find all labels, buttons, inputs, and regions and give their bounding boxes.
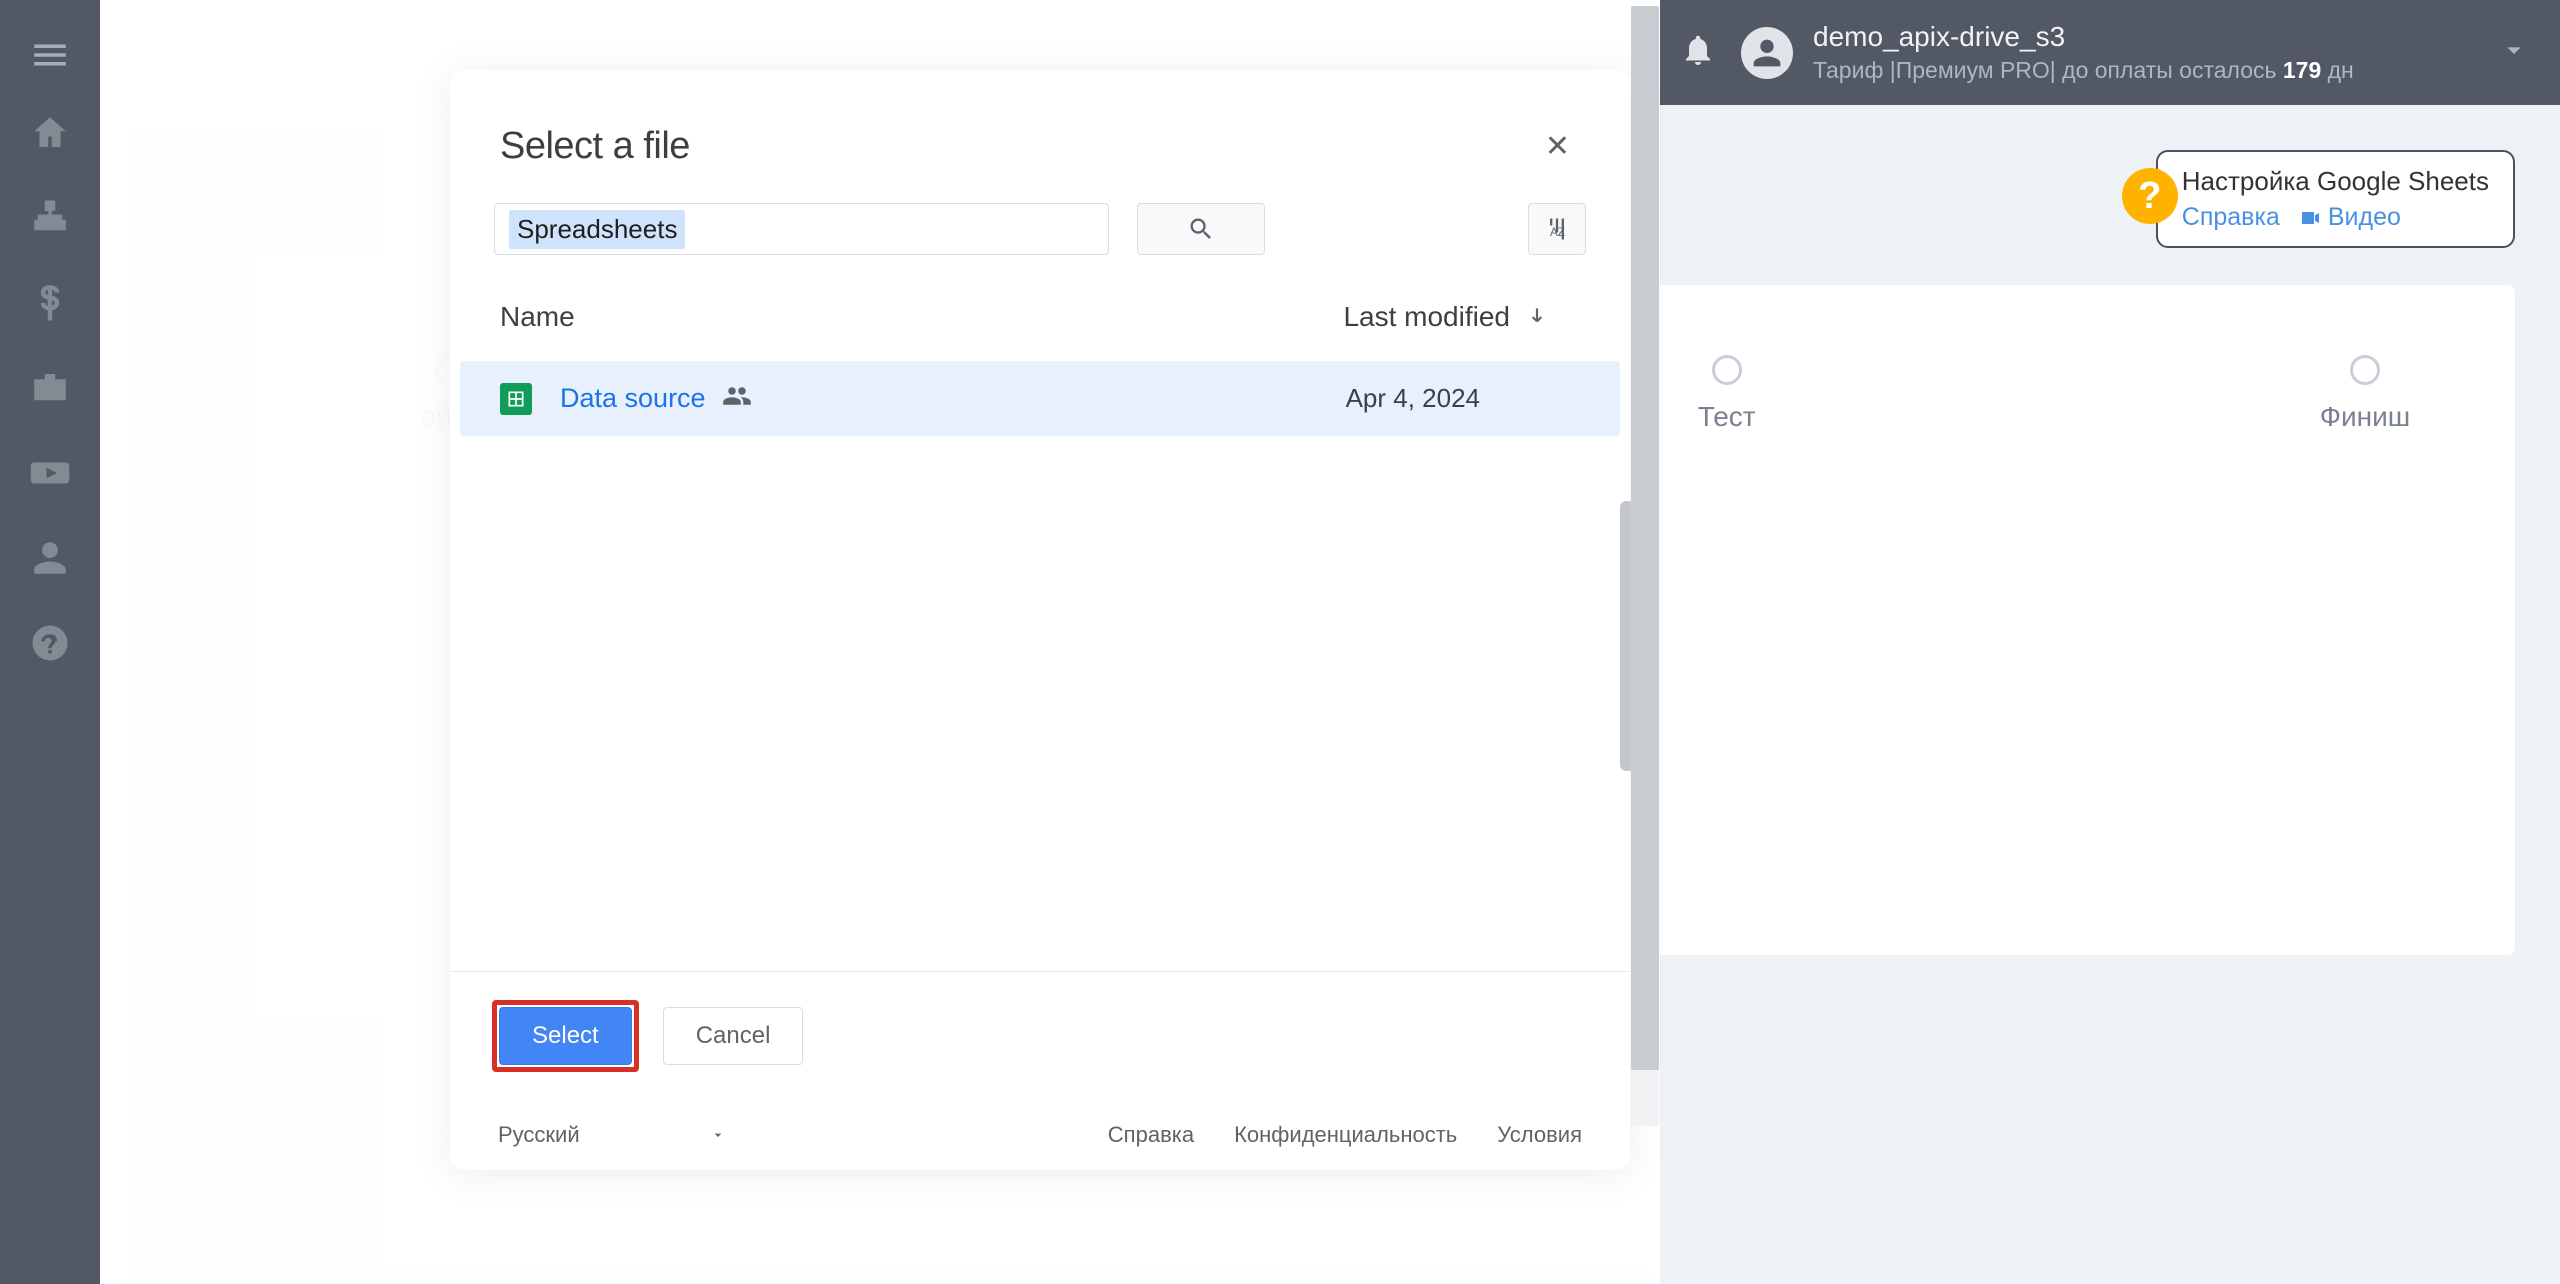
top-header: demo_apix-drive_s3 Тариф |Премиум PRO| д… [1660,0,2560,105]
select-button[interactable]: Select [499,1007,632,1065]
close-icon[interactable]: ✕ [1535,125,1580,168]
dollar-icon[interactable] [0,260,100,345]
select-highlight: Select [492,1000,639,1072]
footer-link-privacy[interactable]: Конфиденциальность [1234,1122,1457,1148]
shared-icon [722,381,752,416]
file-name: Data source [560,383,706,414]
search-input[interactable]: Spreadsheets [494,203,1109,255]
language-select[interactable]: Русский [498,1122,726,1148]
sitemap-icon[interactable] [0,175,100,260]
dialog-bottom-bar: Русский Справка Конфиденциальность Услов… [450,1106,1630,1170]
caret-down-icon [710,1127,726,1143]
help-tooltip: ? Настройка Google Sheets Справка Видео [2156,150,2515,248]
youtube-icon[interactable] [0,430,100,515]
sort-arrow-icon [1524,304,1550,330]
help-link-video[interactable]: Видео [2298,203,2401,232]
home-icon[interactable] [0,90,100,175]
file-row[interactable]: Data source Apr 4, 2024 [460,361,1620,436]
step-item: Финиш [2265,355,2465,433]
user-icon[interactable] [0,515,100,600]
footer-link-spravka[interactable]: Справка [1108,1122,1194,1148]
help-icon[interactable] [0,600,100,685]
avatar[interactable] [1741,27,1793,79]
dialog-footer: Select Cancel [450,971,1630,1106]
help-title: Настройка Google Sheets [2182,166,2489,197]
user-info: demo_apix-drive_s3 Тариф |Премиум PRO| д… [1813,21,2498,84]
file-date: Apr 4, 2024 [1346,383,1480,414]
username: demo_apix-drive_s3 [1813,21,2498,53]
svg-text:AZ: AZ [1550,226,1565,239]
help-badge-icon[interactable]: ? [2122,168,2178,224]
dialog-title: Select a file [500,125,690,168]
video-icon [2298,206,2322,230]
modal-overlay: Select a file ✕ Spreadsheets AZ Name Las… [100,0,1660,1284]
file-picker-dialog: Select a file ✕ Spreadsheets AZ Name Las… [450,70,1630,1170]
tariff-info: Тариф |Премиум PRO| до оплаты осталось 1… [1813,57,2498,84]
scrollbar[interactable] [1631,6,1659,1126]
menu-toggle-icon[interactable] [0,20,100,90]
chevron-down-icon[interactable] [2498,34,2530,71]
help-link-spravka[interactable]: Справка [2182,203,2280,232]
column-name[interactable]: Name [500,301,575,333]
search-button[interactable] [1137,203,1265,255]
cancel-button[interactable]: Cancel [663,1007,804,1065]
footer-link-terms[interactable]: Условия [1497,1122,1582,1148]
filter-chip[interactable]: Spreadsheets [509,210,685,249]
briefcase-icon[interactable] [0,345,100,430]
file-list: Data source Apr 4, 2024 [450,361,1630,971]
table-header: Name Last modified [450,301,1630,333]
notifications-icon[interactable] [1680,32,1716,73]
column-modified[interactable]: Last modified [1343,301,1550,333]
spreadsheet-icon [500,383,532,415]
sort-button[interactable]: AZ [1528,203,1586,255]
left-sidebar [0,0,100,1284]
